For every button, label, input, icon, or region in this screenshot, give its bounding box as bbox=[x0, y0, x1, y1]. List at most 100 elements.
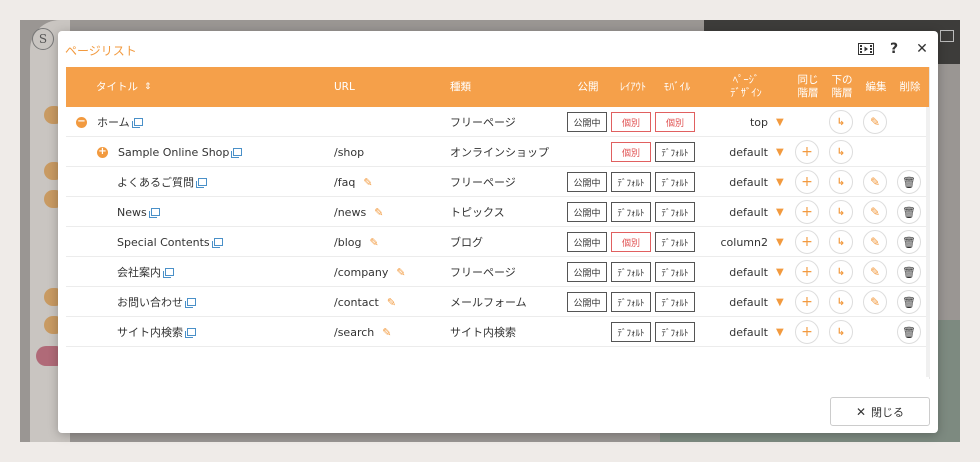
add-same-level-button[interactable]: + bbox=[795, 140, 819, 164]
public-status-button[interactable]: 公開中 bbox=[567, 112, 607, 132]
trash-icon[interactable]: 🗑 bbox=[897, 290, 921, 314]
chevron-down-icon[interactable]: ▼ bbox=[776, 137, 784, 167]
page-design-value[interactable]: column2 bbox=[708, 227, 769, 257]
chevron-down-icon[interactable]: ▼ bbox=[776, 317, 784, 347]
page-design-value[interactable]: default bbox=[708, 257, 768, 287]
chevron-down-icon[interactable]: ▼ bbox=[776, 227, 784, 257]
page-title-link[interactable]: よくあるご質問 bbox=[117, 174, 194, 190]
chevron-down-icon[interactable]: ▼ bbox=[776, 107, 784, 137]
pencil-icon[interactable]: ✎ bbox=[369, 236, 378, 249]
mobile-button[interactable]: ﾃﾞﾌｫﾙﾄ bbox=[655, 202, 695, 222]
page-design-value[interactable]: default bbox=[708, 317, 768, 347]
layout-button[interactable]: ﾃﾞﾌｫﾙﾄ bbox=[611, 292, 651, 312]
edit-button[interactable]: ✎ bbox=[863, 170, 887, 194]
trash-icon[interactable]: 🗑 bbox=[897, 200, 921, 224]
chevron-down-icon[interactable]: ▼ bbox=[776, 197, 784, 227]
edit-button[interactable]: ✎ bbox=[863, 200, 887, 224]
add-lower-level-button[interactable]: ↳ bbox=[829, 170, 853, 194]
public-status-button[interactable]: 公開中 bbox=[567, 202, 607, 222]
trash-icon[interactable]: 🗑 bbox=[897, 170, 921, 194]
row-title-cell: サイト内検索 bbox=[117, 317, 196, 347]
mobile-button[interactable]: ﾃﾞﾌｫﾙﾄ bbox=[655, 142, 695, 162]
chevron-down-icon[interactable]: ▼ bbox=[776, 287, 784, 317]
trash-icon[interactable]: 🗑 bbox=[897, 260, 921, 284]
page-title-link[interactable]: Sample Online Shop bbox=[118, 146, 229, 159]
page-design-value[interactable]: default bbox=[708, 197, 768, 227]
edit-button[interactable]: ✎ bbox=[863, 230, 887, 254]
close-icon[interactable]: ✕ bbox=[914, 41, 930, 57]
page-design-value[interactable]: default bbox=[708, 287, 768, 317]
mobile-button[interactable]: ﾃﾞﾌｫﾙﾄ bbox=[655, 262, 695, 282]
expand-icon[interactable]: + bbox=[97, 146, 108, 158]
external-link-icon[interactable] bbox=[131, 118, 143, 128]
add-same-level-button[interactable]: + bbox=[795, 320, 819, 344]
page-title-link[interactable]: ホーム bbox=[97, 114, 130, 130]
page-design-value[interactable]: default bbox=[708, 137, 768, 167]
layout-button[interactable]: 個別 bbox=[611, 142, 651, 162]
trash-icon[interactable]: 🗑 bbox=[897, 320, 921, 344]
pencil-icon[interactable]: ✎ bbox=[387, 296, 396, 309]
add-same-level-button[interactable]: + bbox=[795, 200, 819, 224]
layout-button[interactable]: ﾃﾞﾌｫﾙﾄ bbox=[611, 262, 651, 282]
scrollbar[interactable] bbox=[926, 107, 930, 377]
trash-icon[interactable]: 🗑 bbox=[897, 230, 921, 254]
question-icon[interactable]: ? bbox=[886, 41, 902, 57]
add-same-level-button[interactable]: + bbox=[795, 170, 819, 194]
external-link-icon[interactable] bbox=[196, 178, 207, 188]
page-design-value[interactable]: default bbox=[708, 167, 768, 197]
edit-button[interactable]: ✎ bbox=[863, 110, 887, 134]
collapse-icon[interactable]: − bbox=[76, 116, 87, 128]
add-lower-level-button[interactable]: ↳ bbox=[829, 260, 853, 284]
external-link-icon[interactable] bbox=[148, 208, 160, 218]
mobile-button[interactable]: 個別 bbox=[655, 112, 695, 132]
pencil-icon[interactable]: ✎ bbox=[363, 176, 372, 189]
layout-button[interactable]: ﾃﾞﾌｫﾙﾄ bbox=[611, 172, 651, 192]
layout-button[interactable]: ﾃﾞﾌｫﾙﾄ bbox=[611, 322, 651, 342]
mobile-button[interactable]: ﾃﾞﾌｫﾙﾄ bbox=[655, 232, 695, 252]
mobile-button[interactable]: ﾃﾞﾌｫﾙﾄ bbox=[655, 172, 695, 192]
close-button[interactable]: ✕ 閉じる bbox=[830, 397, 930, 426]
page-title-link[interactable]: お問い合わせ bbox=[117, 294, 183, 310]
page-title-link[interactable]: サイト内検索 bbox=[117, 324, 183, 340]
public-status-button[interactable]: 公開中 bbox=[567, 262, 607, 282]
add-lower-level-button[interactable]: ↳ bbox=[829, 230, 853, 254]
page-title-link[interactable]: News bbox=[117, 206, 147, 219]
layout-button[interactable]: 個別 bbox=[611, 112, 651, 132]
add-same-level-button[interactable]: + bbox=[795, 290, 819, 314]
page-title-link[interactable]: 会社案内 bbox=[117, 264, 161, 280]
column-title[interactable]: タイトル ⇕ bbox=[96, 67, 296, 107]
mobile-button[interactable]: ﾃﾞﾌｫﾙﾄ bbox=[655, 292, 695, 312]
chevron-down-icon[interactable]: ▼ bbox=[776, 257, 784, 287]
mobile-button[interactable]: ﾃﾞﾌｫﾙﾄ bbox=[655, 322, 695, 342]
add-lower-level-button[interactable]: ↳ bbox=[829, 320, 853, 344]
sort-icon[interactable]: ⇕ bbox=[144, 81, 152, 94]
layout-button[interactable]: ﾃﾞﾌｫﾙﾄ bbox=[611, 202, 651, 222]
add-lower-level-button[interactable]: ↳ bbox=[829, 140, 853, 164]
column-layout: ﾚｲｱｳﾄ bbox=[619, 80, 647, 93]
page-url: /contact bbox=[334, 295, 379, 309]
add-lower-level-button[interactable]: ↳ bbox=[829, 200, 853, 224]
external-link-icon[interactable] bbox=[211, 238, 223, 248]
add-lower-level-button[interactable]: ↳ bbox=[829, 110, 853, 134]
pencil-icon[interactable]: ✎ bbox=[374, 206, 383, 219]
page-title-link[interactable]: Special Contents bbox=[117, 236, 210, 249]
add-same-level-button[interactable]: + bbox=[795, 260, 819, 284]
add-same-level-button[interactable]: + bbox=[795, 230, 819, 254]
pencil-icon[interactable]: ✎ bbox=[396, 266, 405, 279]
page-design-value[interactable]: top bbox=[708, 107, 768, 137]
layout-button[interactable]: 個別 bbox=[611, 232, 651, 252]
public-status-button[interactable]: 公開中 bbox=[567, 172, 607, 192]
chevron-down-icon[interactable]: ▼ bbox=[776, 167, 784, 197]
public-status-button[interactable]: 公開中 bbox=[567, 232, 607, 252]
public-status-button[interactable]: 公開中 bbox=[567, 292, 607, 312]
external-link-icon[interactable] bbox=[231, 148, 243, 158]
external-link-icon[interactable] bbox=[163, 268, 174, 278]
table-row: − ホーム フリーページ 公開中 個別 個別 top ▼ ↳ ✎ bbox=[66, 107, 929, 137]
edit-button[interactable]: ✎ bbox=[863, 260, 887, 284]
pencil-icon[interactable]: ✎ bbox=[382, 326, 391, 339]
film-icon[interactable] bbox=[858, 41, 874, 57]
external-link-icon[interactable] bbox=[185, 298, 196, 308]
add-lower-level-button[interactable]: ↳ bbox=[829, 290, 853, 314]
edit-button[interactable]: ✎ bbox=[863, 290, 887, 314]
external-link-icon[interactable] bbox=[185, 328, 196, 338]
